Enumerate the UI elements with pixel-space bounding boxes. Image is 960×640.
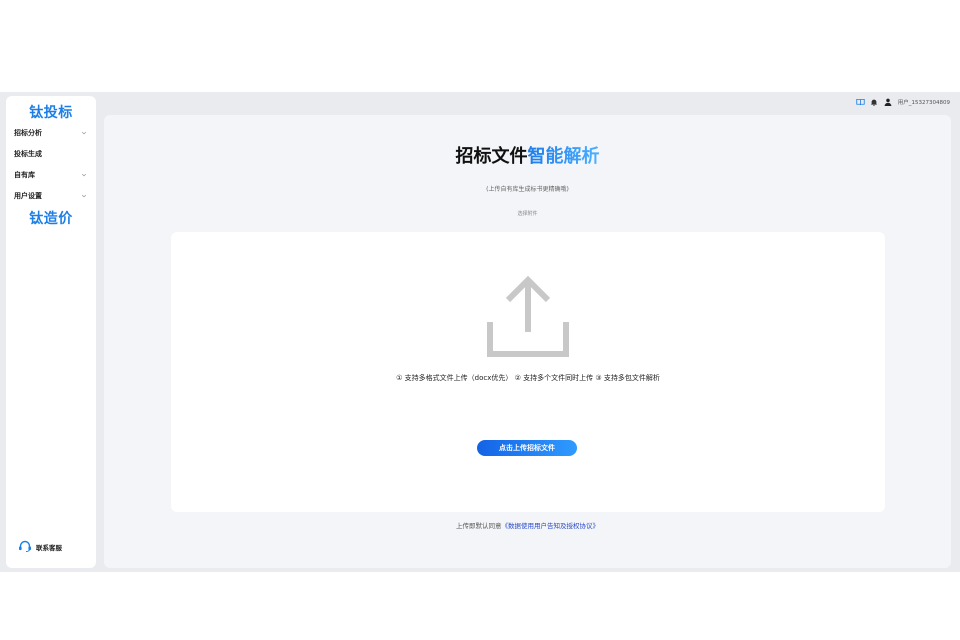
brand-logo-tender[interactable]: 钛投标 [6,102,96,122]
book-icon[interactable] [856,97,865,106]
sidebar-item-bid-generation[interactable]: 投标生成 [6,143,96,164]
sidebar-item-user-settings[interactable]: 用户设置 [6,185,96,206]
agreement-link[interactable]: 《数据使用用户告知及授权协议》 [502,522,600,530]
upload-dropzone[interactable]: ① 支持多格式文件上传（docx优先） ② 支持多个文件同时上传 ③ 支持多包文… [171,232,885,512]
select-attachment-link[interactable]: 选择附件 [104,210,951,217]
chevron-down-icon [80,129,88,137]
title-plain: 招标文件 [455,146,528,167]
header-toolbar: 用户_15327304809 [856,97,950,106]
sidebar-nav: 招标分析 投标生成 自有库 用户设置 [6,122,96,206]
chevron-down-icon [80,192,88,200]
title-accent: 智能解析 [527,146,600,167]
app-window: 钛投标 招标分析 投标生成 自有库 用户设置 钛造价 联系客服 用户_15327… [0,92,960,572]
upload-icon [487,275,569,357]
agreement-notice: 上传即默认同意《数据使用用户告知及授权协议》 [104,520,951,530]
support-label: 联系客服 [36,544,62,552]
brand-logo-cost[interactable]: 钛造价 [6,208,96,228]
chevron-down-icon [80,171,88,179]
sidebar-item-label: 投标生成 [14,149,42,158]
page-title: 招标文件智能解析 [104,142,951,168]
sidebar-item-own-library[interactable]: 自有库 [6,164,96,185]
agreement-prefix: 上传即默认同意 [456,522,502,530]
support-contact-button[interactable]: 联系客服 [18,540,62,554]
upload-features-text: ① 支持多格式文件上传（docx优先） ② 支持多个文件同时上传 ③ 支持多包文… [396,374,660,382]
user-icon[interactable] [884,97,893,106]
sidebar: 钛投标 招标分析 投标生成 自有库 用户设置 钛造价 联系客服 [6,96,96,568]
main-content: 招标文件智能解析 (上传自有库生成标书更精确哦) 选择附件 ① 支持多格式文件上… [104,115,951,568]
sidebar-item-tender-analysis[interactable]: 招标分析 [6,122,96,143]
sidebar-item-label: 用户设置 [14,191,42,200]
upload-tender-file-button[interactable]: 点击上传招标文件 [477,440,577,456]
sidebar-item-label: 招标分析 [14,128,42,137]
headset-icon [18,540,32,554]
page-subtitle: (上传自有库生成标书更精确哦) [486,186,569,193]
bell-icon[interactable] [870,97,879,106]
sidebar-item-label: 自有库 [14,170,35,179]
user-account-label[interactable]: 用户_15327304809 [898,98,950,106]
